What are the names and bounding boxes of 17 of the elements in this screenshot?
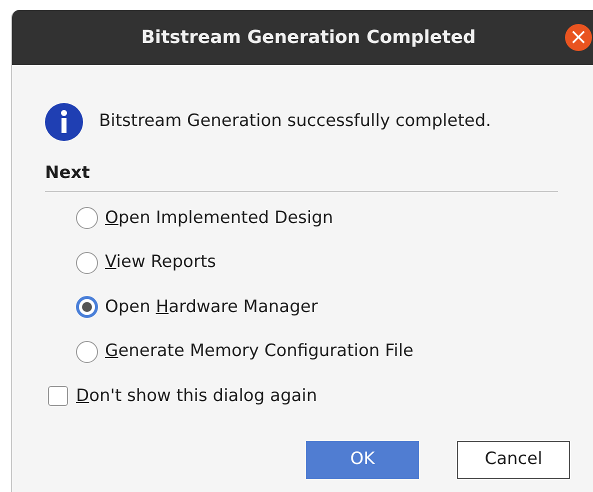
section-heading: Next xyxy=(45,161,558,192)
ok-button[interactable]: OK xyxy=(306,441,419,479)
cancel-button[interactable]: Cancel xyxy=(457,441,570,479)
info-icon xyxy=(45,103,83,141)
message-text: Bitstream Generation successfully completed. xyxy=(99,110,492,134)
checkbox-label: Don't show this dialog again xyxy=(76,384,318,408)
window-title: Bitstream Generation Completed xyxy=(141,26,476,50)
radio-button[interactable] xyxy=(76,296,98,318)
option-label: View Reports xyxy=(105,251,216,274)
radio-button[interactable] xyxy=(76,252,98,274)
option-label: Open Hardware Manager xyxy=(105,296,318,318)
option-label: Generate Memory Configuration File xyxy=(105,340,414,363)
checkbox[interactable] xyxy=(48,386,68,406)
option-label: Open Implemented Design xyxy=(105,206,334,230)
radio-button[interactable] xyxy=(76,207,98,230)
close-button[interactable]: × xyxy=(565,24,592,51)
radio-button[interactable] xyxy=(76,340,98,363)
